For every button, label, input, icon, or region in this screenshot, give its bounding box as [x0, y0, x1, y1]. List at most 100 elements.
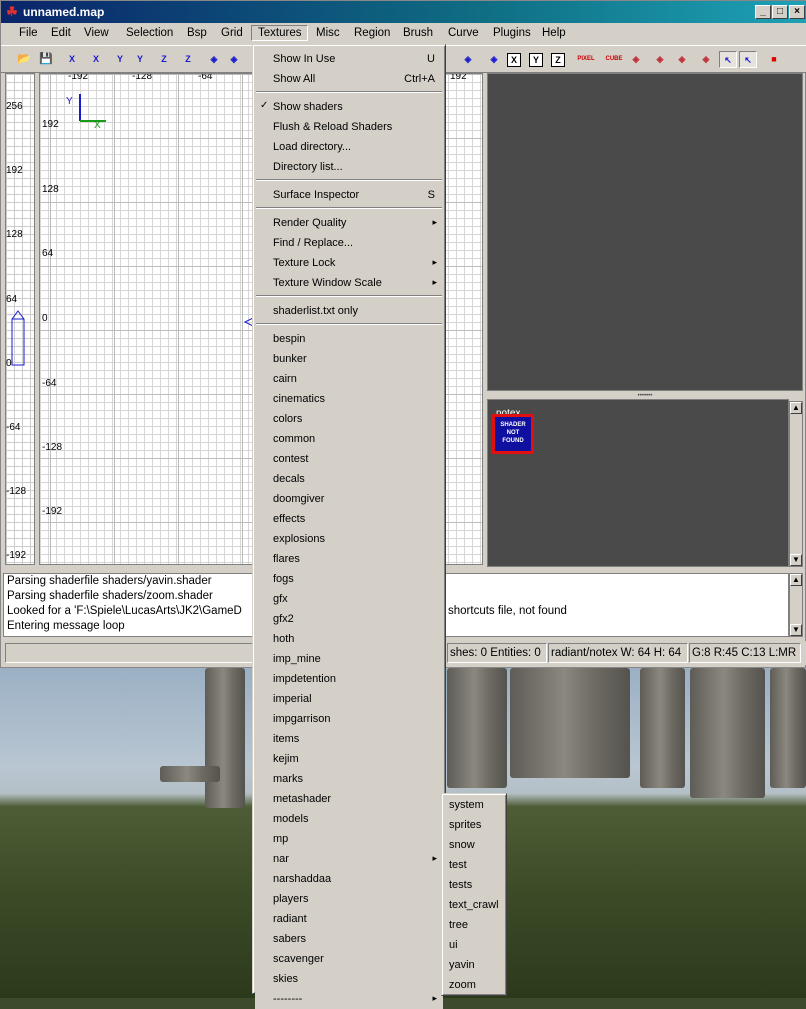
menu-textures[interactable]: Textures — [251, 25, 309, 41]
menu-item-effects[interactable]: effects — [255, 509, 443, 529]
toolbar-rotate-icon[interactable]: ◈ — [459, 51, 477, 68]
menu-item-doomgiver[interactable]: doomgiver — [255, 489, 443, 509]
menu-item-kejim[interactable]: kejim — [255, 749, 443, 769]
menu-item-find-replace-[interactable]: Find / Replace... — [255, 233, 443, 253]
menu-view[interactable]: View — [78, 26, 115, 42]
menu-item-cairn[interactable]: cairn — [255, 369, 443, 389]
menu-curve[interactable]: Curve — [442, 26, 485, 42]
menu-brush[interactable]: Brush — [397, 26, 439, 42]
menu-item-render-quality[interactable]: Render Quality ▸ — [255, 213, 443, 233]
toolbar-brush-icon[interactable]: ◈ — [205, 51, 223, 68]
menu-help[interactable]: Help — [536, 26, 572, 42]
menu-item-decals[interactable]: decals — [255, 469, 443, 489]
menu-item-imperial[interactable]: imperial — [255, 689, 443, 709]
toolbar-pixel-icon[interactable]: PIXEL — [577, 51, 595, 68]
close-button[interactable]: × — [789, 5, 805, 19]
menu-item-impgarrison[interactable]: impgarrison — [255, 709, 443, 729]
texture-window[interactable]: notex SHADER NOT FOUND — [487, 399, 789, 567]
toolbar-patch-icon[interactable]: ◈ — [651, 51, 669, 68]
menu-item-flares[interactable]: flares — [255, 549, 443, 569]
menu-item-impdetention[interactable]: impdetention — [255, 669, 443, 689]
toolbar-z-icon[interactable]: Z — [551, 53, 565, 67]
menu-item-nar[interactable]: nar ▸ — [255, 849, 443, 869]
submenu-item-system[interactable]: system — [444, 796, 504, 816]
toolbar-save-icon[interactable]: 💾 — [37, 51, 55, 68]
toolbar-select-icon[interactable]: ◈ — [485, 51, 503, 68]
toolbar-drag-icon[interactable]: ↖ — [739, 51, 757, 68]
texture-thumbnail[interactable]: SHADER NOT FOUND — [492, 414, 534, 454]
toolbar-cube-icon[interactable]: CUBE — [605, 51, 623, 68]
submenu-item-zoom[interactable]: zoom — [444, 976, 504, 996]
menu-item-load-directory-[interactable]: Load directory... — [255, 137, 443, 157]
toolbar-brush-icon[interactable]: ◈ — [225, 51, 243, 68]
toolbar-light-icon[interactable]: ◈ — [697, 51, 715, 68]
menu-item-hoth[interactable]: hoth — [255, 629, 443, 649]
submenu-item-test[interactable]: test — [444, 856, 504, 876]
submenu-item-snow[interactable]: snow — [444, 836, 504, 856]
menu-item-show-in-use[interactable]: Show In Use U — [255, 49, 443, 69]
minimize-button[interactable]: _ — [755, 5, 771, 19]
menu-item-fogs[interactable]: fogs — [255, 569, 443, 589]
toolbar-y-axis-icon[interactable]: Y — [131, 51, 149, 68]
menu-item-common[interactable]: common — [255, 429, 443, 449]
menu-item-gfx2[interactable]: gfx2 — [255, 609, 443, 629]
menu-item-gfx[interactable]: gfx — [255, 589, 443, 609]
menu-item-skies[interactable]: skies — [255, 969, 443, 989]
menu-item-colors[interactable]: colors — [255, 409, 443, 429]
texture-scrollbar[interactable]: ▲ ▼ — [789, 401, 803, 567]
menu-plugins[interactable]: Plugins — [487, 26, 537, 42]
menu-region[interactable]: Region — [348, 26, 396, 42]
menu-edit[interactable]: Edit — [45, 26, 77, 42]
menu-bsp[interactable]: Bsp — [181, 26, 213, 42]
menu-file[interactable]: File — [13, 26, 44, 42]
menu-item-imp-mine[interactable]: imp_mine — [255, 649, 443, 669]
menu-item-mp[interactable]: mp — [255, 829, 443, 849]
submenu-item-text_crawl[interactable]: text_crawl — [444, 896, 504, 916]
menu-item-explosions[interactable]: explosions — [255, 529, 443, 549]
menu-item-bespin[interactable]: bespin — [255, 329, 443, 349]
menu-item-narshaddaa[interactable]: narshaddaa — [255, 869, 443, 889]
toolbar-select-icon[interactable]: ↖ — [719, 51, 737, 68]
maximize-button[interactable]: □ — [772, 5, 788, 19]
camera-view[interactable] — [487, 73, 803, 391]
menu-item-models[interactable]: models — [255, 809, 443, 829]
toolbar-x-icon[interactable]: X — [507, 53, 521, 67]
toolbar-clip-icon[interactable]: ◈ — [627, 51, 645, 68]
toolbar-open-icon[interactable]: 📂 — [15, 51, 33, 68]
menu-item--[interactable]: -------- ▸ — [255, 989, 443, 1009]
menu-item-cinematics[interactable]: cinematics — [255, 389, 443, 409]
menu-item-surface-inspector[interactable]: Surface Inspector S — [255, 185, 443, 205]
submenu-item-tree[interactable]: tree — [444, 916, 504, 936]
toolbar-x-axis-icon[interactable]: X — [63, 51, 81, 68]
menu-item-players[interactable]: players — [255, 889, 443, 909]
menu-misc[interactable]: Misc — [310, 26, 346, 42]
menu-selection[interactable]: Selection — [120, 26, 179, 42]
toolbar-y-axis-icon[interactable]: Y — [111, 51, 129, 68]
menu-item-items[interactable]: items — [255, 729, 443, 749]
menu-item-sabers[interactable]: sabers — [255, 929, 443, 949]
menu-item-show-shaders[interactable]: Show shaders ✓ — [255, 97, 443, 117]
menu-item-bunker[interactable]: bunker — [255, 349, 443, 369]
scroll-down-icon[interactable]: ▼ — [790, 554, 802, 566]
menu-item-directory-list-[interactable]: Directory list... — [255, 157, 443, 177]
menu-item-shaderlist-txt-only[interactable]: shaderlist.txt only — [255, 301, 443, 321]
scroll-up-icon[interactable]: ▲ — [790, 574, 802, 586]
menu-item-show-all[interactable]: Show All Ctrl+A — [255, 69, 443, 89]
menu-grid[interactable]: Grid — [215, 26, 249, 42]
toolbar-z-axis-icon[interactable]: Z — [179, 51, 197, 68]
menu-item-texture-window-scale[interactable]: Texture Window Scale ▸ — [255, 273, 443, 293]
submenu-item-tests[interactable]: tests — [444, 876, 504, 896]
submenu-item-ui[interactable]: ui — [444, 936, 504, 956]
menu-item-metashader[interactable]: metashader — [255, 789, 443, 809]
submenu-item-yavin[interactable]: yavin — [444, 956, 504, 976]
toolbar-z-axis-icon[interactable]: Z — [155, 51, 173, 68]
scroll-down-icon[interactable]: ▼ — [790, 624, 802, 636]
toolbar-x-axis-icon[interactable]: X — [87, 51, 105, 68]
toolbar-camera-icon[interactable]: ◈ — [673, 51, 691, 68]
menu-item-contest[interactable]: contest — [255, 449, 443, 469]
menu-item-flush-reload-shaders[interactable]: Flush & Reload Shaders — [255, 117, 443, 137]
title-bar[interactable]: ☘ unnamed.map _ □ × — [1, 1, 806, 23]
console-scrollbar[interactable]: ▲ ▼ — [789, 573, 803, 637]
toolbar-y-icon[interactable]: Y — [529, 53, 543, 67]
menu-item-radiant[interactable]: radiant — [255, 909, 443, 929]
